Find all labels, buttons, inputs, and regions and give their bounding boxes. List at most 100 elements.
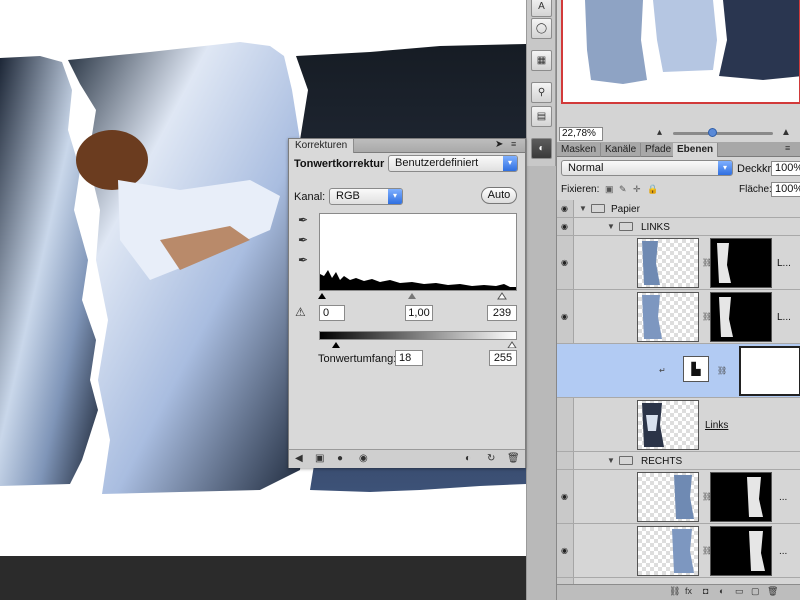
lock-all-icon[interactable]: 🔒 xyxy=(647,184,658,195)
trash-icon[interactable]: 🗑 xyxy=(767,586,778,597)
preset-select[interactable]: Benutzerdefiniert ▾ xyxy=(388,155,518,172)
layer-thumbnail xyxy=(637,526,699,576)
output-white-field[interactable]: 255 xyxy=(489,350,517,366)
output-white-slider[interactable] xyxy=(507,341,517,348)
adjustments-titlebar[interactable]: Korrekturen ➤ ≡ xyxy=(289,139,525,153)
output-black-slider[interactable] xyxy=(332,342,340,348)
histogram-graph xyxy=(320,270,516,290)
trash-icon[interactable]: 🗑 xyxy=(507,453,520,464)
output-black-field[interactable]: 18 xyxy=(395,350,423,366)
info-grid-icon[interactable]: ▤ xyxy=(531,106,552,127)
clone-source-icon[interactable]: ⚲ xyxy=(531,82,552,103)
bottom-dark-bar xyxy=(0,556,556,600)
lock-pixels-icon[interactable]: ✎ xyxy=(619,184,627,195)
chevron-down-icon: ▾ xyxy=(718,161,732,175)
lock-transparency-icon[interactable]: ▣ xyxy=(605,184,614,195)
eye-icon[interactable]: ◉ xyxy=(561,258,568,267)
fill-field[interactable]: 100% xyxy=(771,182,800,197)
navigator-zoom-field[interactable]: 22,78% xyxy=(559,127,603,141)
reset-icon[interactable]: ↻ xyxy=(487,453,495,464)
input-level-sliders[interactable] xyxy=(318,291,518,301)
channel-select[interactable]: RGB ▾ xyxy=(329,188,403,205)
tab-ebenen[interactable]: Ebenen xyxy=(673,143,719,157)
layer-group-rechts[interactable]: ▼ RECHTS xyxy=(557,452,800,470)
layer-mask-thumbnail[interactable] xyxy=(710,238,772,288)
zoom-slider-thumb[interactable] xyxy=(708,128,717,137)
lock-position-icon[interactable]: ✛ xyxy=(633,184,641,195)
layer-mask-thumbnail[interactable] xyxy=(710,472,772,522)
levels-adjustment-icon[interactable]: ▙ xyxy=(683,356,709,382)
back-arrow-icon[interactable]: ◀ xyxy=(295,453,303,464)
visibility-eye-icon[interactable]: ◉ xyxy=(359,453,368,464)
black-point-slider[interactable] xyxy=(318,293,326,299)
input-gamma-field[interactable]: 1,00 xyxy=(405,305,433,321)
adjustment-layer-icon[interactable]: ◐ xyxy=(719,586,724,596)
layer-group-papier[interactable]: ◉ ▼ Papier xyxy=(557,200,800,218)
white-point-slider[interactable] xyxy=(497,292,507,300)
layer-mask-thumbnail[interactable] xyxy=(710,526,772,576)
previous-state-icon[interactable]: ◐ xyxy=(465,453,471,464)
histogram xyxy=(319,213,517,291)
white-point-eyedropper-icon[interactable]: ✒ xyxy=(298,253,308,267)
new-group-icon[interactable]: ▭ xyxy=(735,586,744,597)
rotate-icon[interactable]: ◯ xyxy=(531,18,552,39)
expand-triangle-icon[interactable]: ▼ xyxy=(579,204,587,213)
folder-icon xyxy=(619,456,633,465)
add-mask-icon[interactable]: ◘ xyxy=(703,586,708,596)
eye-icon[interactable]: ◉ xyxy=(561,222,568,231)
gray-point-eyedropper-icon[interactable]: ✒ xyxy=(298,233,308,247)
thumbnail-art xyxy=(672,529,694,573)
adjustment-mask-thumbnail[interactable] xyxy=(739,346,800,396)
character-panel-icon[interactable]: A xyxy=(531,0,552,17)
tab-masken[interactable]: Masken xyxy=(557,143,602,157)
layer-row[interactable]: ◉ ⛓ L... xyxy=(557,290,800,344)
output-level-sliders[interactable] xyxy=(318,340,518,348)
adjustments-panel-icon[interactable]: ◐ xyxy=(531,138,552,159)
navigator-preview[interactable] xyxy=(561,0,800,104)
dock-strip-empty xyxy=(526,166,556,600)
layers-panel: Masken Kanäle Pfade Ebenen ≡ Normal ▾ De… xyxy=(556,142,800,600)
eye-icon[interactable]: ◉ xyxy=(561,492,568,501)
input-black-field[interactable]: 0 xyxy=(319,305,345,321)
zoom-in-icon[interactable]: ▲ xyxy=(781,127,791,138)
clip-to-layer-icon[interactable]: ● xyxy=(337,453,343,464)
layer-list: ◉ ▼ Papier ◉ ▼ LINKS ◉ ⛓ L... ◉ ⛓ L... ↵… xyxy=(557,200,800,584)
expand-view-icon[interactable]: ▣ xyxy=(315,453,324,464)
input-white-field[interactable]: 239 xyxy=(487,305,517,321)
link-layers-icon[interactable]: ⛓ xyxy=(669,586,680,597)
output-range-label: Tonwertumfang: xyxy=(318,353,397,365)
expand-triangle-icon[interactable]: ▼ xyxy=(607,222,615,231)
tab-korrekturen[interactable]: Korrekturen xyxy=(289,139,355,153)
layer-group-links[interactable]: ◉ ▼ LINKS xyxy=(557,218,800,236)
brush-preset-icon[interactable]: ▦ xyxy=(531,50,552,71)
mask-art xyxy=(717,243,731,283)
blend-mode-select[interactable]: Normal ▾ xyxy=(561,160,733,176)
tab-kanaele[interactable]: Kanäle xyxy=(601,143,642,157)
new-layer-icon[interactable]: ▢ xyxy=(751,586,760,597)
layer-row[interactable]: ◉ ⛓ L... xyxy=(557,236,800,290)
layer-thumbnail xyxy=(637,472,699,522)
layer-row-adjustment-selected[interactable]: ↵ ▙ ⛓ xyxy=(557,344,800,398)
panel-menu-icon[interactable]: ≡ xyxy=(785,143,790,153)
thumbnail-art xyxy=(642,295,662,339)
clipping-warning-icon[interactable]: ⚠ xyxy=(295,305,306,319)
layer-style-fx-icon[interactable]: fx xyxy=(685,586,692,596)
layer-row[interactable]: ◉ ⛓ ... xyxy=(557,470,800,524)
eye-icon[interactable]: ◉ xyxy=(561,204,568,213)
eye-icon[interactable]: ◉ xyxy=(561,312,568,321)
zoom-slider-track[interactable] xyxy=(673,132,773,135)
black-point-eyedropper-icon[interactable]: ✒ xyxy=(298,213,308,227)
gamma-slider[interactable] xyxy=(408,293,416,299)
layer-row[interactable]: ◉ ⛓ ... xyxy=(557,524,800,578)
link-chain-icon[interactable]: ⛓ xyxy=(717,366,727,375)
layer-row[interactable]: Links xyxy=(557,398,800,452)
opacity-field[interactable]: 100% xyxy=(771,161,800,176)
layer-mask-thumbnail[interactable] xyxy=(710,292,772,342)
tab-pfade[interactable]: Pfade xyxy=(641,143,677,157)
panel-menu-icon[interactable]: ≡ xyxy=(511,139,516,149)
chevron-down-icon: ▾ xyxy=(388,189,402,204)
auto-button[interactable]: Auto xyxy=(481,187,517,204)
zoom-out-icon[interactable]: ▴ xyxy=(657,127,662,138)
expand-triangle-icon[interactable]: ▼ xyxy=(607,456,615,465)
eye-icon[interactable]: ◉ xyxy=(561,546,568,555)
